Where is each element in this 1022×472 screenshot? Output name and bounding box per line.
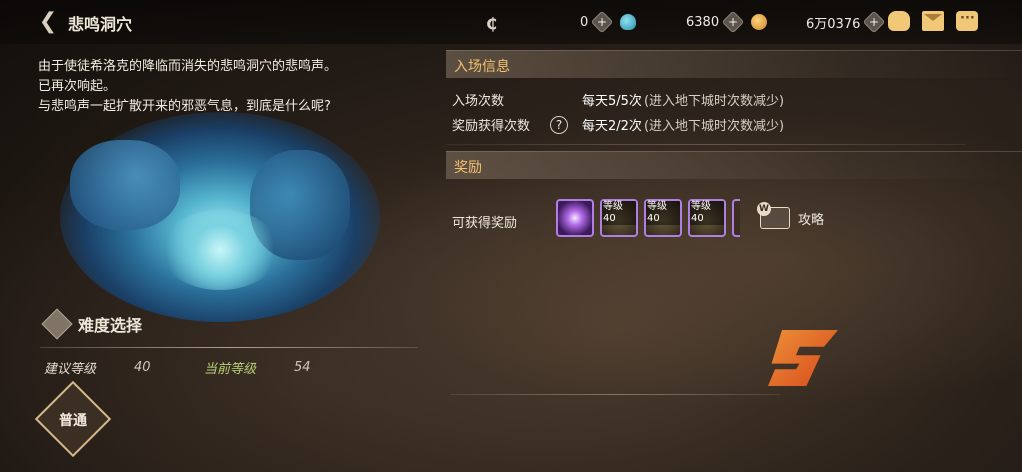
cera-value: 0 bbox=[580, 14, 589, 30]
reward-count-row: 奖励获得次数 ? 每天2/2次 (进入地下城时次数减少) bbox=[452, 115, 784, 134]
reward-item-tag: 等级40 bbox=[646, 201, 680, 225]
chat-icon[interactable] bbox=[956, 11, 978, 31]
reward-count-note: (进入地下城时次数减少) bbox=[643, 119, 785, 134]
cave-glow bbox=[160, 210, 280, 290]
current-level-value: 54 bbox=[294, 360, 311, 375]
reward-count-value: 每天2/2次 bbox=[582, 119, 642, 134]
recommended-level-value: 40 bbox=[134, 360, 151, 375]
entry-count-label: 入场次数 bbox=[452, 94, 505, 109]
reward-item-partial[interactable] bbox=[732, 199, 740, 237]
reward-item[interactable]: 等级40 bbox=[644, 199, 682, 237]
obtainable-reward-label: 可获得奖励 bbox=[452, 216, 518, 231]
recommended-level-label: 建议等级 bbox=[44, 362, 97, 377]
description-line: 由于使徒希洛克的降临而消失的悲鸣洞穴的悲鸣声。 bbox=[38, 59, 338, 74]
reward-item-tag: 等级40 bbox=[602, 201, 636, 225]
page-title: 悲鸣洞穴 bbox=[68, 15, 133, 34]
divider bbox=[446, 144, 966, 145]
cera-amount: 0 + bbox=[580, 10, 637, 34]
level-row: 建议等级 40 当前等级 54 bbox=[44, 358, 311, 377]
top-bar: ❮ 悲鸣洞穴 ₵ 0 + 6380 + 6万0376 + bbox=[0, 0, 1022, 44]
reward-item[interactable]: 等级40 bbox=[688, 199, 726, 237]
description-line: 已再次响起。 bbox=[38, 79, 117, 94]
cera-currency: ₵ bbox=[486, 12, 502, 33]
potion-icon bbox=[620, 14, 637, 30]
entry-info-title: 入场信息 bbox=[454, 59, 510, 75]
entry-count-note: (进入地下城时次数减少) bbox=[643, 94, 785, 109]
guide-button[interactable]: 攻略 bbox=[757, 202, 825, 229]
divider bbox=[40, 347, 418, 348]
difficulty-icon bbox=[41, 308, 73, 340]
cera-icon: ₵ bbox=[486, 14, 498, 33]
divider bbox=[450, 394, 780, 395]
reward-item[interactable]: 等级40 bbox=[600, 199, 638, 237]
cave-rock bbox=[70, 140, 180, 230]
guide-book-icon bbox=[757, 202, 790, 229]
reward-item-list: 等级40 等级40 等级40 bbox=[556, 199, 740, 237]
bag-icon[interactable] bbox=[888, 11, 910, 31]
guide-label: 攻略 bbox=[798, 212, 825, 228]
entry-count-row: 入场次数 每天5/5次 (进入地下城时次数减少) bbox=[452, 90, 784, 109]
reward-header: 奖励 bbox=[446, 151, 1022, 179]
mail-icon[interactable] bbox=[922, 11, 944, 31]
add-cera-button[interactable]: + bbox=[590, 10, 614, 34]
difficulty-title: 难度选择 bbox=[78, 316, 143, 335]
add-potion-button[interactable]: + bbox=[721, 10, 745, 34]
current-level-label: 当前等级 bbox=[204, 362, 257, 377]
difficulty-header: 难度选择 bbox=[41, 308, 143, 340]
top-right-icons bbox=[888, 11, 978, 31]
entry-info-header: 入场信息 bbox=[446, 50, 1022, 78]
potion-value: 6380 bbox=[686, 14, 720, 30]
gold-coin-icon bbox=[751, 14, 768, 30]
potion-amount: 6380 + bbox=[686, 10, 768, 34]
dungeon-description: 由于使徒希洛克的降临而消失的悲鸣洞穴的悲鸣声。 已再次响起。 与悲鸣声一起扩散开… bbox=[38, 57, 398, 117]
back-arrow-icon[interactable]: ❮ bbox=[36, 10, 60, 34]
add-gold-button[interactable]: + bbox=[863, 10, 886, 34]
reward-title: 奖励 bbox=[454, 160, 482, 176]
reward-item[interactable] bbox=[556, 199, 594, 237]
reward-count-label: 奖励获得次数 bbox=[452, 119, 531, 134]
help-icon[interactable]: ? bbox=[550, 115, 568, 134]
reward-item-tag: 等级40 bbox=[690, 201, 724, 225]
gold-amount: 6万0376 + bbox=[806, 10, 886, 34]
difficulty-normal-label[interactable]: 普通 bbox=[46, 410, 100, 430]
gold-value: 6万0376 bbox=[806, 16, 861, 32]
entry-count-value: 每天5/5次 bbox=[582, 94, 642, 109]
